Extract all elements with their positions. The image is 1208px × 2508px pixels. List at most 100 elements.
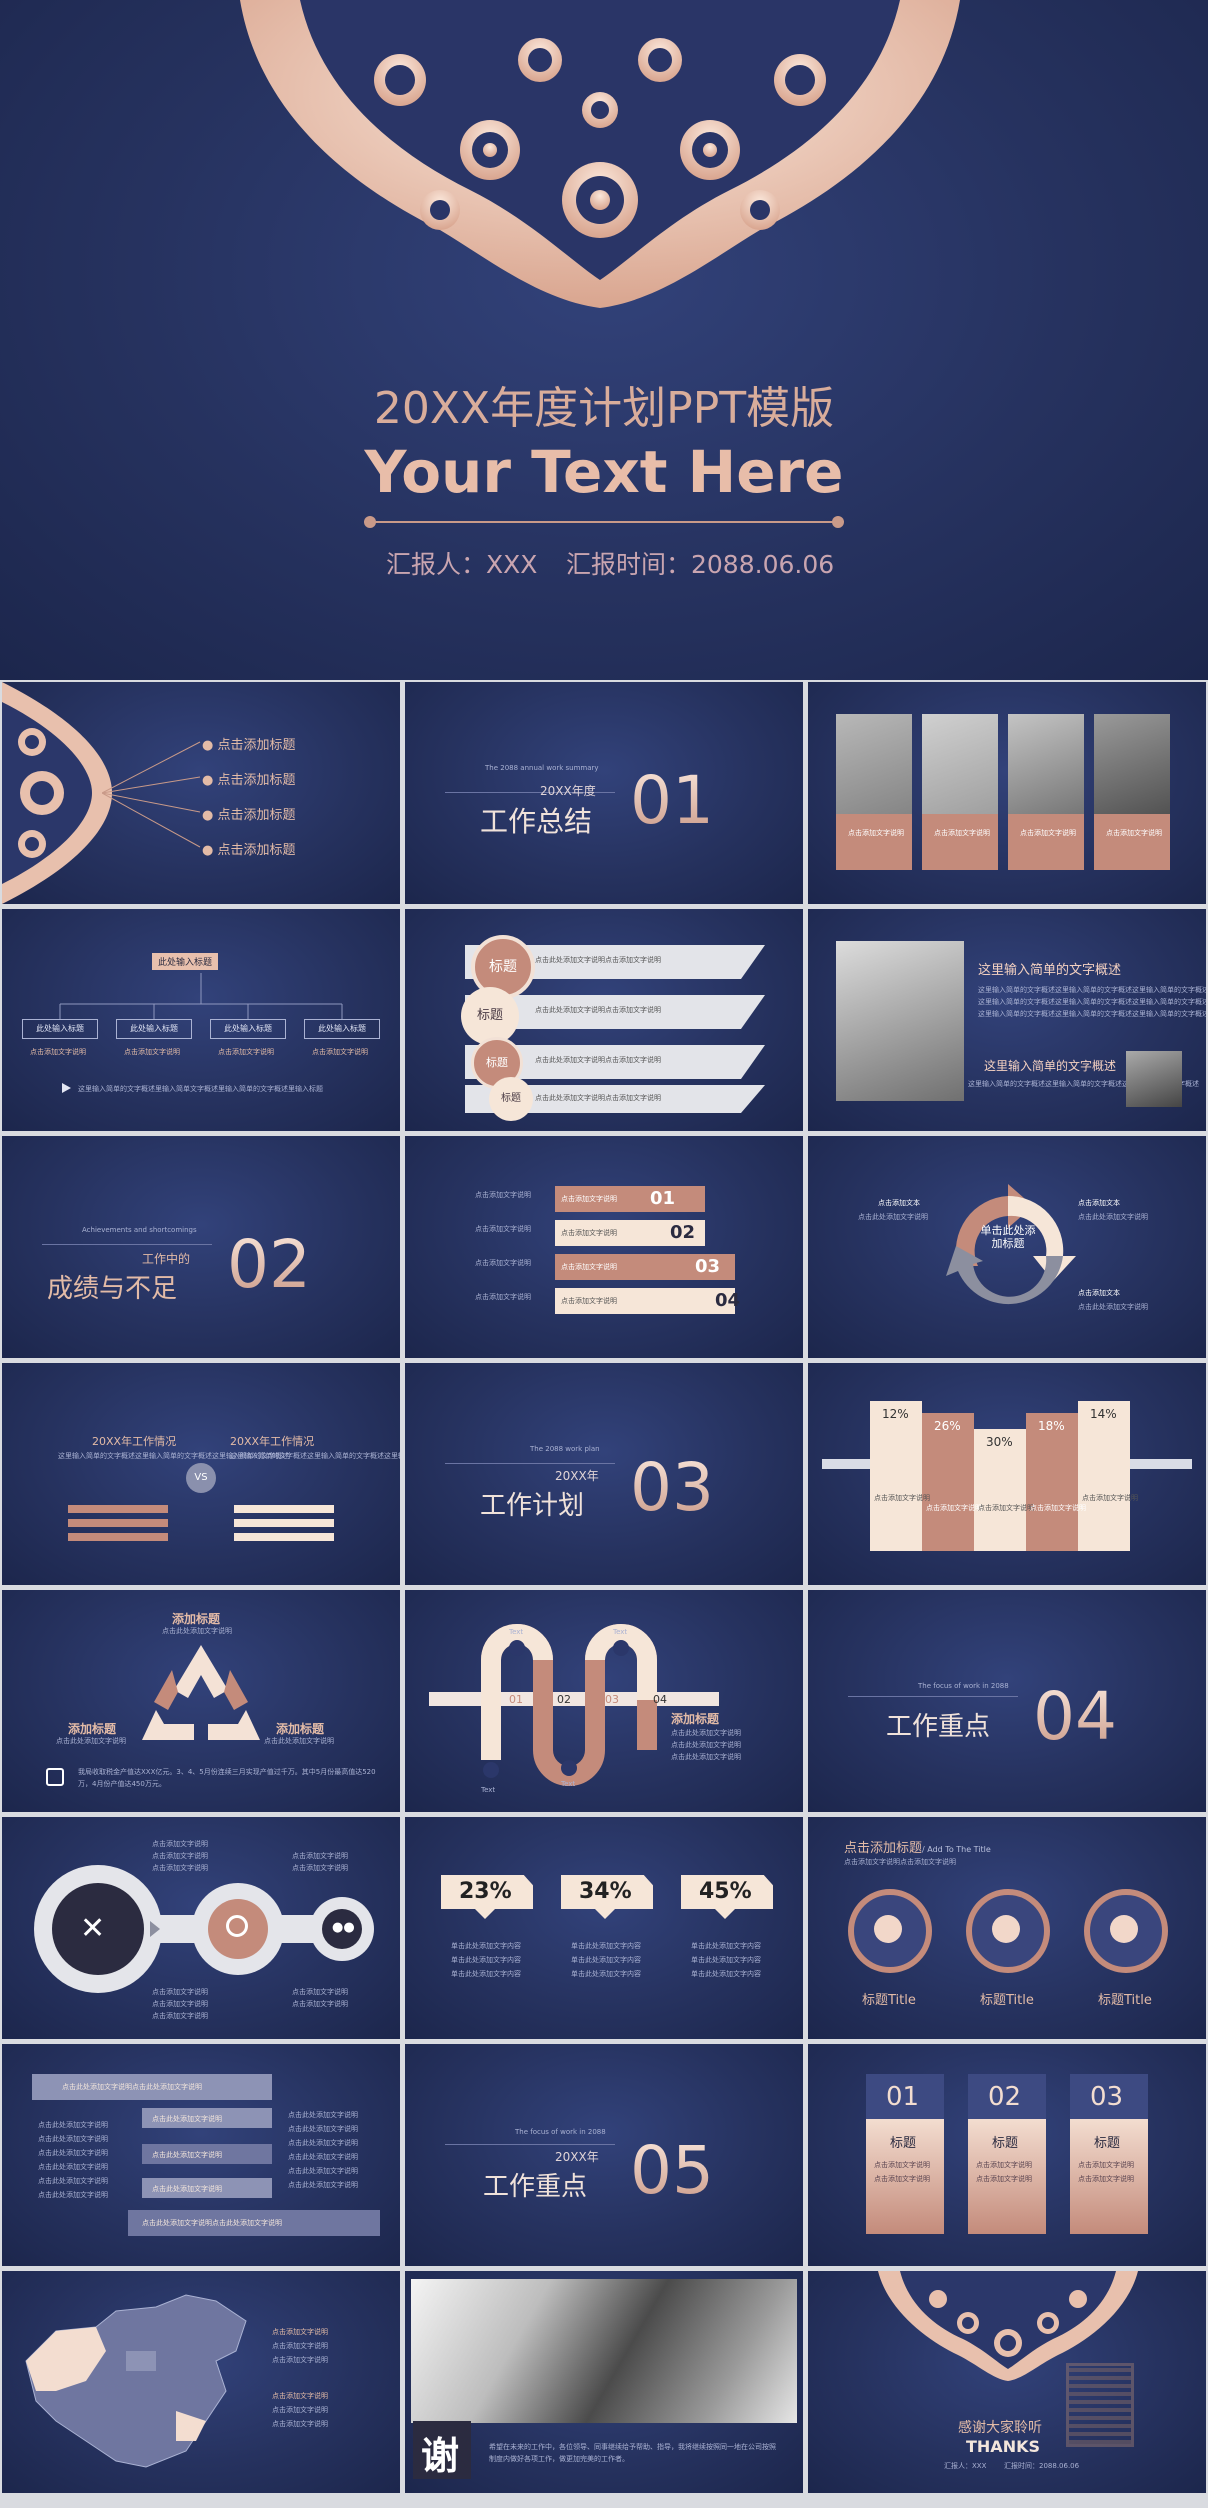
step-desc: 点击添加文字说明 — [475, 1225, 531, 1233]
china-map-icon — [25, 2294, 247, 2468]
slide-org-chart[interactable]: 此处输入标题 此处输入标题 此处输入标题 此处输入标题 此处输入标题 点击添加文… — [2, 909, 400, 1131]
slide-cycle[interactable]: 单击此处添加标题 点击添加文本 点击添加文本 点击添加文本 点击此处添加文字说明… — [808, 1136, 1206, 1358]
icon-flow-text: 点击添加文字说明 — [292, 1852, 348, 1860]
slide-section-02[interactable]: Achievements and shortcomings 工作中的 成绩与不足… — [2, 1136, 400, 1358]
end-title-cn: 感谢大家聆听 — [958, 2420, 1042, 2436]
slide-photo-text[interactable]: 这里输入简单的文字概述 这里输入简单的文字概述这里输入简单的文字概述这里输入简单… — [808, 909, 1206, 1131]
slide-vs[interactable]: 20XX年工作情况 20XX年工作情况 这里输入简单的文字概述这里输入简单的文字… — [2, 1363, 400, 1585]
bar — [870, 1401, 922, 1551]
map-label: 点击添加文字说明 — [272, 2392, 328, 2400]
slide-icon-flow[interactable]: ✕ ●● 点击添加文字说明 点击添加文字说明 点击添加文字说明 点击添加文字说明… — [2, 1817, 400, 2039]
slide-section-01[interactable]: The 2088 annual work summary 20XX年度 工作总结… — [405, 682, 803, 904]
circles-title: 点击添加标题/ Add To The Title — [844, 1841, 991, 1856]
icon-flow-text: 点击添加文字说明 — [292, 1864, 348, 1872]
card-desc: 点击添加文字说明 — [1078, 2161, 1134, 2169]
wave-step: 01 — [509, 1693, 523, 1706]
section-sub: 工作中的 — [142, 1252, 191, 1266]
slide-number-cards[interactable]: 01 02 03 标题 标题 标题 点击添加文字说明 点击添加文字说明 点击添加… — [808, 2044, 1206, 2266]
slide-wave[interactable]: 01 02 03 04 Text Text Text Text 添加标题 点击此… — [405, 1590, 803, 1812]
step-number: 01 — [650, 1188, 676, 1209]
pct-desc: 单击此处添加文字内容 — [451, 1956, 521, 1964]
layer-right-text: 点击此处添加文字说明 — [288, 2111, 358, 2119]
circle-label: 标题Title — [980, 1993, 1034, 2008]
pct-pointer — [595, 1909, 615, 1919]
org-footer: 这里输入简单的文字概述里输入简单文字概述里输入简单的文字概述里输入标题 — [78, 1085, 323, 1093]
org-box: 此处输入标题 — [116, 1019, 192, 1039]
map-label: 点击添加文字说明 — [272, 2406, 328, 2414]
slide-photo-strip[interactable]: 点击添加文字说明 点击添加文字说明 点击添加文字说明 点击添加文字说明 — [808, 682, 1206, 904]
cycle-center: 单击此处添加标题 — [980, 1224, 1036, 1250]
slide-steps[interactable]: 点击添加文字说明 点击添加文字说明 点击添加文字说明 点击添加文字说明 01 0… — [405, 1136, 803, 1358]
slide-bubbles[interactable]: 点击此处添加文字说明点击添加文字说明 点击此处添加文字说明点击添加文字说明 点击… — [405, 909, 803, 1131]
pct-desc: 单击此处添加文字内容 — [691, 1956, 761, 1964]
layer-top-text: 点击此处添加文字说明点击此处添加文字说明 — [62, 2083, 202, 2091]
section-number: 03 — [630, 1449, 714, 1526]
cycle-desc: 点击此处添加文字说明 — [1078, 1213, 1148, 1221]
slide-section-03[interactable]: The 2088 work plan 20XX年 工作计划 03 — [405, 1363, 803, 1585]
caption-text: 点击添加文字说明 — [934, 829, 990, 837]
slide-toc[interactable]: ● 点击添加标题 ● 点击添加标题 ● 点击添加标题 ● 点击添加标题 — [2, 682, 400, 904]
toc-item[interactable]: ● 点击添加标题 — [202, 839, 296, 858]
layer-mid-text: 点击此处添加文字说明 — [152, 2185, 222, 2193]
bar-desc: 点击添加文字说明 — [874, 1494, 930, 1502]
icon-flow-text: 点击添加文字说明 — [152, 2000, 208, 2008]
toc-item[interactable]: ● 点击添加标题 — [202, 769, 296, 788]
bar — [1078, 1401, 1130, 1551]
bar-label: 14% — [1090, 1407, 1117, 1421]
vs-bar — [68, 1505, 168, 1513]
slide-section-05[interactable]: The focus of work in 2088 20XX年 工作重点 05 — [405, 2044, 803, 2266]
layer-right-text: 点击此处添加文字说明 — [288, 2167, 358, 2175]
slide-end[interactable]: 感谢大家聆听 THANKS 汇报人：XXX 汇报时间：2088.06.06 — [808, 2271, 1206, 2493]
bar-desc: 点击添加文字说明 — [978, 1504, 1034, 1512]
section-title: 成绩与不足 — [47, 1274, 178, 1304]
thanks-body: 希望在未来的工作中，各位领导、同事继续给予帮助、指导，我将继续按照同一地在公司按… — [489, 2443, 776, 2463]
section-number: 04 — [1033, 1678, 1117, 1755]
card-label: 标题 — [992, 2136, 1019, 2151]
hero-time: 汇报时间：2088.06.06 — [566, 550, 835, 579]
play-icon — [62, 1083, 71, 1093]
section-rule — [445, 1463, 615, 1464]
icon-flow-text: 点击添加文字说明 — [292, 1988, 348, 1996]
slide-layers[interactable]: 点击此处添加文字说明点击此处添加文字说明 点击此处添加文字说明点击此处添加文字说… — [2, 2044, 400, 2266]
ribbon-text: 点击此处添加文字说明点击添加文字说明 — [535, 1056, 661, 1064]
slide-percent-tags[interactable]: 23% 34% 45% 单击此处添加文字内容 单击此处添加文字内容 单击此处添加… — [405, 1817, 803, 2039]
layer-right-text: 点击此处添加文字说明 — [288, 2125, 358, 2133]
bar — [922, 1413, 974, 1551]
section-rule — [42, 1244, 212, 1245]
layer-left-text: 点击此处添加文字说明 — [38, 2135, 108, 2143]
section-eyebrow: The 2088 work plan — [530, 1445, 600, 1453]
layer-right-text: 点击此处添加文字说明 — [288, 2139, 358, 2147]
slide-circles[interactable]: 点击添加标题/ Add To The Title 点击添加文字说明点击添加文字说… — [808, 1817, 1206, 2039]
heading: 这里输入简单的文字概述 — [984, 1059, 1117, 1073]
toc-item[interactable]: ● 点击添加标题 — [202, 804, 296, 823]
toc-item[interactable]: ● 点击添加标题 — [202, 734, 296, 753]
recycle-left-sub: 点击此处添加文字说明 — [56, 1737, 126, 1745]
card-number: 03 — [1090, 2082, 1124, 2112]
slide-deck-preview: 20XX年度计划PPT模版 Your Text Here 汇报人：XXX 汇报时… — [0, 0, 1208, 2508]
vs-bar — [234, 1519, 334, 1527]
vs-bar — [68, 1519, 168, 1527]
title-slide[interactable]: 20XX年度计划PPT模版 Your Text Here 汇报人：XXX 汇报时… — [0, 0, 1208, 680]
step-desc: 点击添加文字说明 — [475, 1293, 531, 1301]
card-label: 标题 — [890, 2136, 917, 2151]
bar-desc: 点击添加文字说明 — [1030, 1504, 1086, 1512]
slide-recycle[interactable]: 添加标题 点击此处添加文字说明 添加标题 添加标题 点击此处添加文字说明 点击此… — [2, 1590, 400, 1812]
slide-section-04[interactable]: The focus of work in 2088 工作重点 04 — [808, 1590, 1206, 1812]
icon-flow-text: 点击添加文字说明 — [152, 2012, 208, 2020]
caption-text: 点击添加文字说明 — [848, 829, 904, 837]
icon-flow-text: 点击添加文字说明 — [152, 1840, 208, 1848]
circle-label: 标题Title — [1098, 1993, 1152, 2008]
layer-left-text: 点击此处添加文字说明 — [38, 2163, 108, 2171]
step-text: 点击添加文字说明 — [561, 1263, 617, 1271]
pct-pointer — [715, 1909, 735, 1919]
step-desc: 点击添加文字说明 — [475, 1259, 531, 1267]
slide-bar-chart[interactable]: 12% 26% 30% 18% 14% 点击添加文字说明 点击添加文字说明 点击… — [808, 1363, 1206, 1585]
body: 这里输入简单的文字概述这里输入简单的文字概述这里输入简单的文字概述 — [978, 998, 1206, 1006]
thanks-char: 谢 — [421, 2434, 460, 2478]
tools-icon: ✕ — [80, 1911, 106, 1946]
step-text: 点击添加文字说明 — [561, 1195, 617, 1203]
photo-caption — [922, 814, 998, 870]
slide-china-map[interactable]: 点击添加文字说明 点击添加文字说明 点击添加文字说明 点击添加文字说明 点击添加… — [2, 2271, 400, 2493]
pct-pointer — [475, 1909, 495, 1919]
slide-thanks-photo[interactable]: 谢 希望在未来的工作中，各位领导、同事继续给予帮助、指导，我将继续按照同一地在公… — [405, 2271, 803, 2493]
